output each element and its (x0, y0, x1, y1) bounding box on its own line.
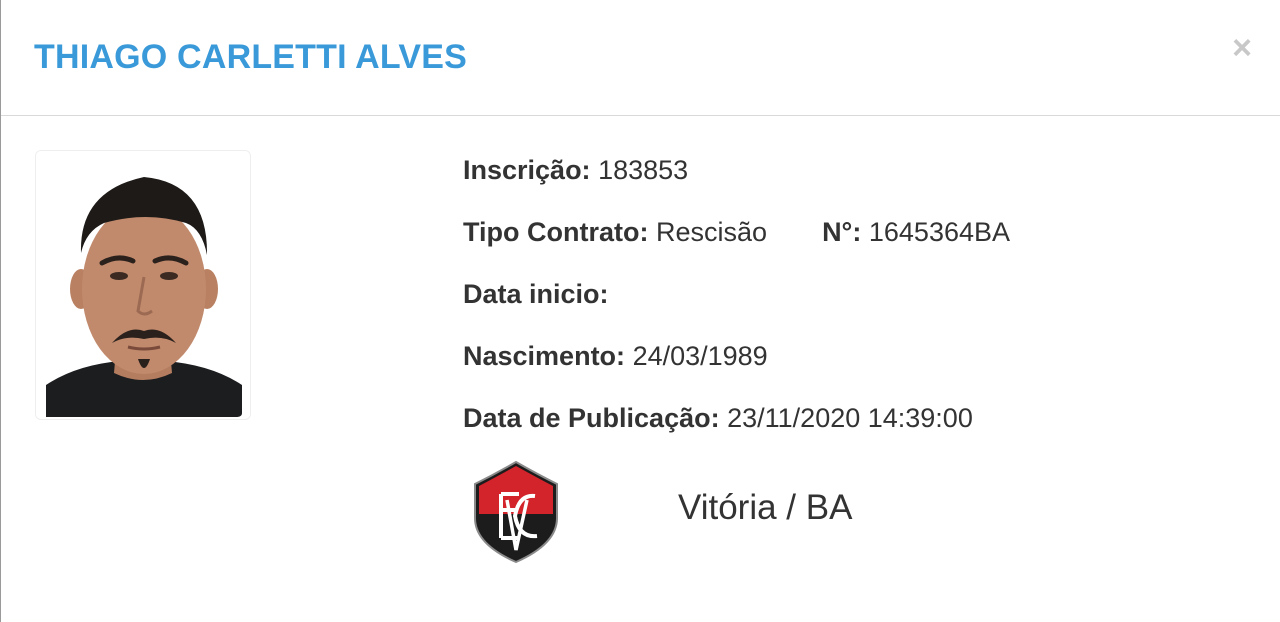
nascimento-row: Nascimento: 24/03/1989 (463, 338, 1010, 400)
numero-label: N°: (822, 217, 862, 247)
tipo-contrato-row: Tipo Contrato: Rescisão N°: 1645364BA (463, 214, 1010, 276)
player-photo (35, 150, 251, 420)
club-crest-icon (474, 460, 558, 564)
inscricao-value: 183853 (598, 155, 689, 185)
nascimento-value: 24/03/1989 (632, 341, 768, 371)
player-info: Inscrição: 183853 Tipo Contrato: Rescisã… (463, 152, 1010, 462)
modal-header: THIAGO CARLETTI ALVES × (1, 0, 1280, 116)
inscricao-row: Inscrição: 183853 (463, 152, 1010, 214)
numero-value: 1645364BA (868, 217, 1011, 247)
club-info: Vitória / BA (471, 460, 1031, 566)
publicacao-label: Data de Publicação: (463, 403, 720, 433)
inscricao-label: Inscrição: (463, 155, 591, 185)
publicacao-row: Data de Publicação: 23/11/2020 14:39:00 (463, 400, 1010, 462)
data-inicio-label: Data inicio: (463, 279, 609, 309)
tipo-contrato-label: Tipo Contrato: (463, 217, 649, 247)
data-inicio-row: Data inicio: (463, 276, 1010, 338)
player-detail-modal: THIAGO CARLETTI ALVES × Inscrição: 18385… (0, 0, 1280, 622)
publicacao-value: 23/11/2020 14:39:00 (727, 403, 973, 433)
nascimento-label: Nascimento: (463, 341, 626, 371)
modal-body: Inscrição: 183853 Tipo Contrato: Rescisã… (1, 116, 1280, 621)
club-name: Vitória / BA (678, 488, 853, 527)
tipo-contrato-value: Rescisão (655, 217, 768, 247)
player-name-title: THIAGO CARLETTI ALVES (34, 38, 467, 76)
player-photo-image (36, 151, 250, 419)
close-icon[interactable]: × (1226, 30, 1258, 66)
